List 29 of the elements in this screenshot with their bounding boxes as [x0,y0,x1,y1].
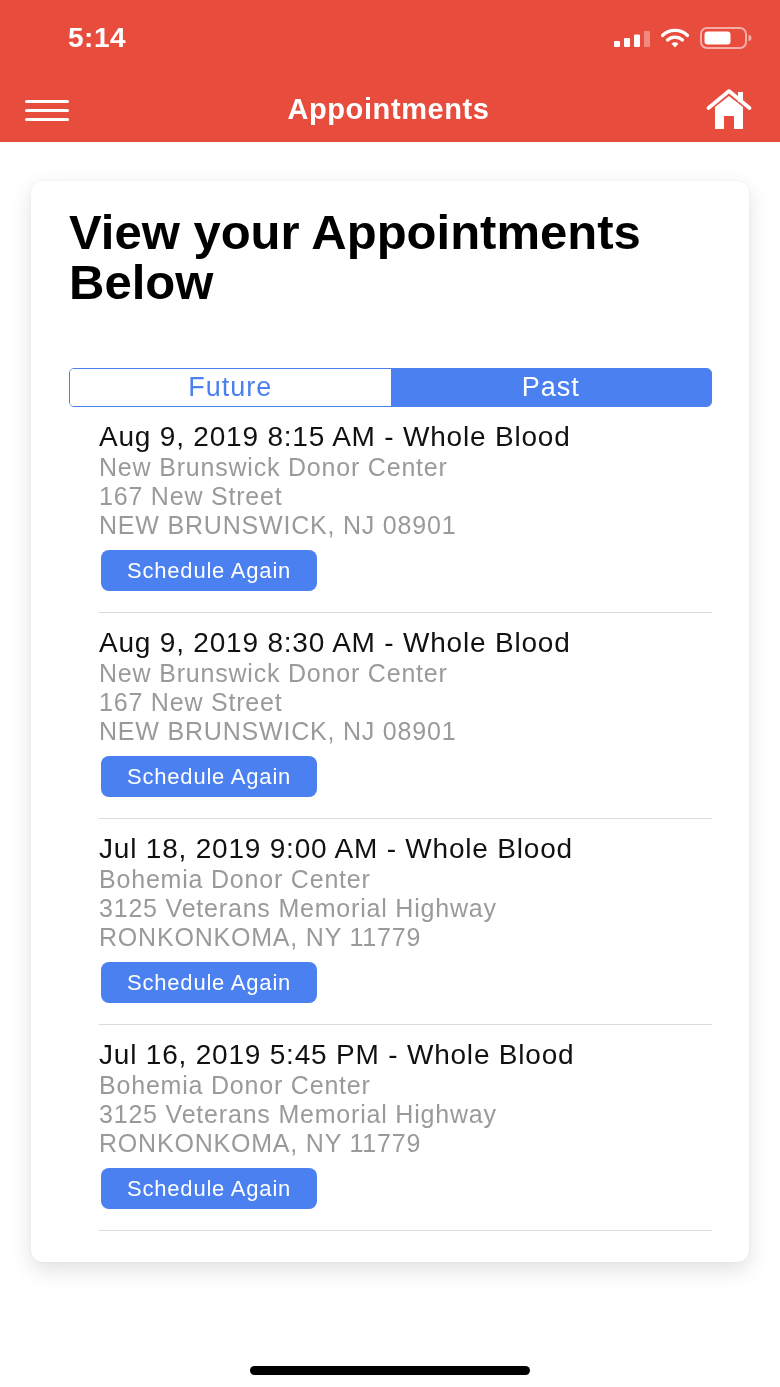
appointment-title: Aug 9, 2019 8:30 AM - Whole Blood [99,627,572,659]
signal-icon [614,31,650,47]
appointment-title: Jul 18, 2019 9:00 AM - Whole Blood [99,833,574,865]
street-address: 3125 Veterans Memorial Highway [99,1100,498,1129]
home-icon[interactable] [706,87,752,129]
city-address: RONKONKOMA, NY 11779 [99,923,423,952]
menu-icon[interactable] [25,99,69,121]
battery-icon [700,27,752,49]
appointment-title: Jul 16, 2019 5:45 PM - Whole Blood [99,1039,576,1071]
schedule-again-button[interactable]: Schedule Again [101,756,318,797]
city-address: RONKONKOMA, NY 11779 [99,1129,423,1158]
donor-center-name: New Brunswick Donor Center [99,453,449,482]
schedule-again-button[interactable]: Schedule Again [101,962,318,1003]
nav-title: Appointments [287,92,490,126]
street-address: 3125 Veterans Memorial Highway [99,894,498,923]
schedule-again-button[interactable]: Schedule Again [101,1168,318,1209]
status-time: 5:14 [68,22,128,54]
page-heading: View your Appointments Below [69,207,642,307]
street-address: 167 New Street [99,482,284,511]
appointment-title: Aug 9, 2019 8:15 AM - Whole Blood [99,421,572,453]
schedule-again-button[interactable]: Schedule Again [101,550,318,591]
donor-center-name: New Brunswick Donor Center [99,659,449,688]
donor-center-name: Bohemia Donor Center [99,1071,372,1100]
donor-center-name: Bohemia Donor Center [99,865,372,894]
city-address: NEW BRUNSWICK, NJ 08901 [99,511,458,540]
segment-tab[interactable]: Past [390,369,711,406]
city-address: NEW BRUNSWICK, NJ 08901 [99,717,458,746]
wifi-icon [661,28,689,48]
street-address: 167 New Street [99,688,284,717]
